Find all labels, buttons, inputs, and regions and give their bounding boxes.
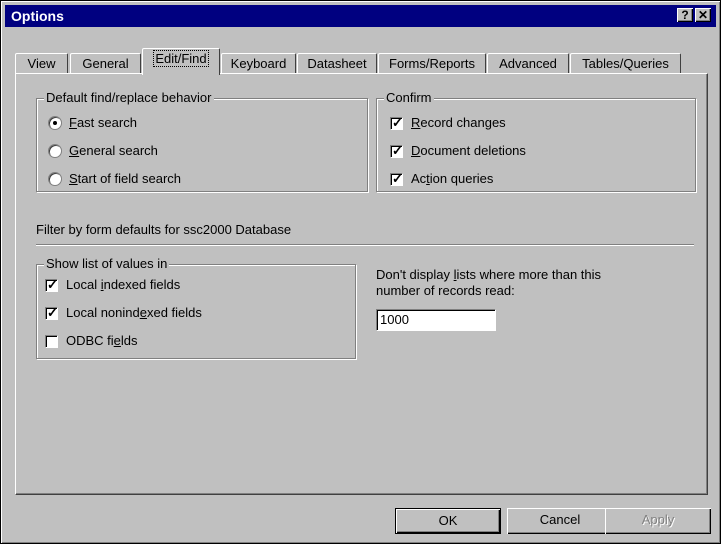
tab-forms-reports[interactable]: Forms/Reports [378,53,486,74]
radio-button[interactable] [48,144,62,158]
ok-button[interactable]: OK [395,508,501,534]
checkbox-label: Local nonindexed fields [66,305,202,320]
confirm-group-title: Confirm [384,90,434,106]
tab-advanced[interactable]: Advanced [487,53,569,74]
checkbox-label: ODBC fields [66,333,138,348]
checkbox-record-changes[interactable]: ✓ Record changes [390,114,506,132]
radio-general-search[interactable]: General search [48,142,158,160]
filter-heading: Filter by form defaults for ssc2000 Data… [36,222,292,237]
checkbox[interactable]: ✓ [390,142,403,158]
title-bar[interactable]: Options ? ✕ [5,5,716,27]
radio-label: Start of field search [69,171,181,186]
checkmark-icon: ✓ [47,304,58,320]
checkbox-document-deletions[interactable]: ✓ Document deletions [390,142,526,160]
cancel-button[interactable]: Cancel [507,508,613,534]
checkbox-odbc-fields[interactable]: ODBC fields [45,332,138,350]
checkbox-local-indexed-fields[interactable]: ✓ Local indexed fields [45,276,180,294]
checkbox-action-queries[interactable]: ✓ Action queries [390,170,493,188]
checkmark-icon: ✓ [392,114,403,130]
tab-tables-queries[interactable]: Tables/Queries [570,53,681,74]
confirm-group: Confirm ✓ Record changes ✓ Document dele… [376,90,696,192]
close-button[interactable]: ✕ [695,8,711,22]
checkbox[interactable]: ✓ [45,304,58,320]
checkbox[interactable]: ✓ [390,170,403,186]
dialog-title: Options [11,8,64,24]
help-button[interactable]: ? [677,8,693,22]
apply-button[interactable]: Apply [605,508,711,534]
checkbox-label: Local indexed fields [66,277,181,292]
checkmark-icon: ✓ [392,170,403,186]
checkmark-icon: ✓ [392,142,403,158]
records-limit-input[interactable]: 1000 [376,309,496,331]
find-replace-group-title: Default find/replace behavior [44,90,214,106]
tab-edit-find[interactable]: Edit/Find [142,48,220,75]
records-limit-label-line2: number of records read: [376,283,515,298]
radio-fast-search[interactable]: Fast search [48,114,137,132]
checkmark-icon: ✓ [47,276,58,292]
edit-find-panel: Default find/replace behavior Fast searc… [15,73,708,495]
find-replace-group: Default find/replace behavior Fast searc… [36,90,368,192]
checkbox-local-nonindexed-fields[interactable]: ✓ Local nonindexed fields [45,304,202,322]
checkbox[interactable]: ✓ [390,114,403,130]
radio-button[interactable] [48,172,62,186]
radio-button[interactable] [48,116,62,130]
tab-keyboard[interactable]: Keyboard [221,53,296,74]
separator-line [36,244,694,246]
checkbox-label: Record changes [411,115,506,130]
tab-view[interactable]: View [15,53,68,74]
radio-label: General search [69,143,158,158]
checkbox[interactable] [45,334,58,348]
tab-general[interactable]: General [70,53,141,74]
radio-label: Fast search [69,115,137,130]
show-list-group: Show list of values in ✓ Local indexed f… [36,256,356,359]
checkbox-label: Action queries [411,171,494,186]
checkbox-label: Document deletions [411,143,526,158]
tab-datasheet[interactable]: Datasheet [297,53,377,74]
records-limit-label: Don't display lists where more than this [376,267,602,282]
radio-start-of-field-search[interactable]: Start of field search [48,170,181,188]
show-list-group-title: Show list of values in [44,256,170,272]
options-dialog: Options ? ✕ View General Edit/Find Keybo… [0,0,721,544]
checkbox[interactable]: ✓ [45,276,58,292]
